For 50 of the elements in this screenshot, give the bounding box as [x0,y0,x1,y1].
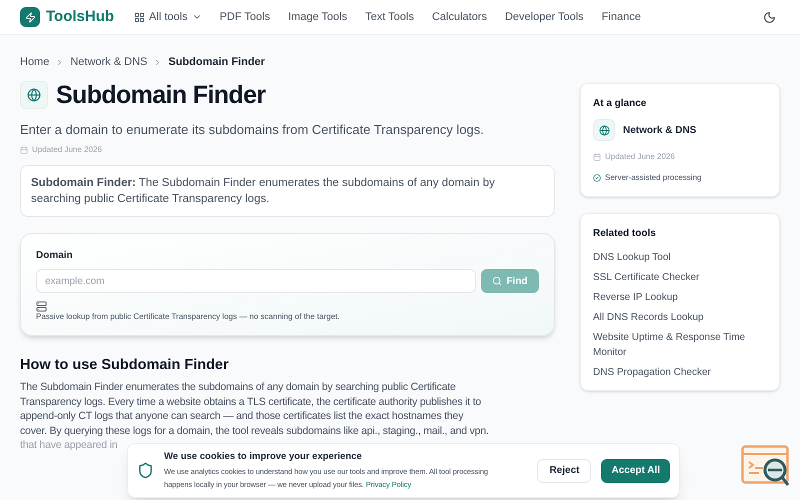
updated-date: Updated June 2026 [32,144,102,156]
breadcrumb-current: Subdomain Finder [168,55,265,70]
paragraph-line: append-only CT logs that anyone can search — and those certificates list the exact hostnames they [20,409,464,424]
field-label: Domain [36,249,74,263]
nav-link[interactable]: Finance [602,8,641,26]
related-tool-link[interactable]: DNS Propagation Checker [593,362,767,382]
page-subtitle: Enter a domain to enumerate its subdomains from Certificate Transparency logs. [20,120,485,139]
breadcrumb-link[interactable]: Home [20,54,50,70]
domain-input[interactable]: example.com [36,269,476,293]
globe-icon [20,80,48,108]
section-heading: How to use Subdomain Finder [20,356,230,374]
all-tools-menu[interactable]: All tools [134,8,202,26]
breadcrumb-link[interactable]: Network & DNS [70,54,148,70]
paragraph-line: cover. By querying these logs for a domain, the tool reveals subdomains like api., staging., mail., and vpn. [20,424,489,438]
reject-button[interactable]: Reject [537,458,592,482]
calendar-icon [593,153,601,161]
updated-date: Updated June 2026 [605,151,675,163]
calendar-icon [20,146,28,154]
card-title: At a glance [593,97,648,111]
paragraph-line: Transparency logs. Every time a website obtains a TLS certificate, the certificate authority publishes it to [20,394,482,409]
bolt-logo-icon [20,7,40,27]
cookie-title: We use cookies to improve your experience [164,450,363,464]
accept-all-button[interactable]: Accept All [601,458,670,482]
paragraph-line: that have appeared in [20,438,118,452]
processing-label: Server-assisted processing [605,172,702,184]
lookup-note: Passive lookup from public Certificate Transparency logs — no scanning of the target. [36,312,341,322]
nav-link[interactable]: PDF Tools [220,8,270,26]
search-icon [492,276,502,286]
browser-search-icon[interactable] [741,445,791,489]
brand-logo[interactable]: ToolsHub [46,6,114,28]
category-label: Network & DNS [623,124,696,138]
page-title: Subdomain Finder [56,80,266,108]
shield-icon [137,462,154,479]
paragraph-line: The Subdomain Finder enumerates the subdomains of any domain by searching public Certificate [20,380,456,394]
nav-link[interactable]: Calculators [432,8,487,26]
grid-icon [134,12,146,22]
nav-link[interactable]: Text Tools [365,8,414,26]
server-icon [36,301,47,312]
nav-link[interactable]: Developer Tools [504,8,584,26]
related-tool-link[interactable]: All DNS Records Lookup [593,307,767,327]
dark-mode-toggle[interactable] [763,10,776,24]
summary-text: Subdomain Finder: The Subdomain Finder enumerates the subdomains of any domain by searching public Certificate Transparency logs. [31,176,496,207]
related-tool-link[interactable]: DNS Lookup Tool [593,247,767,267]
related-tool-link[interactable]: Website Uptime & Response Time Monitor [593,327,767,362]
related-tool-link[interactable]: Reverse IP Lookup [593,287,767,307]
card-title: Related tools [593,227,657,241]
globe-icon [593,119,615,141]
check-circle-icon [593,174,601,182]
related-tool-link[interactable]: SSL Certificate Checker [593,267,767,287]
nav-link[interactable]: Image Tools [288,8,348,26]
